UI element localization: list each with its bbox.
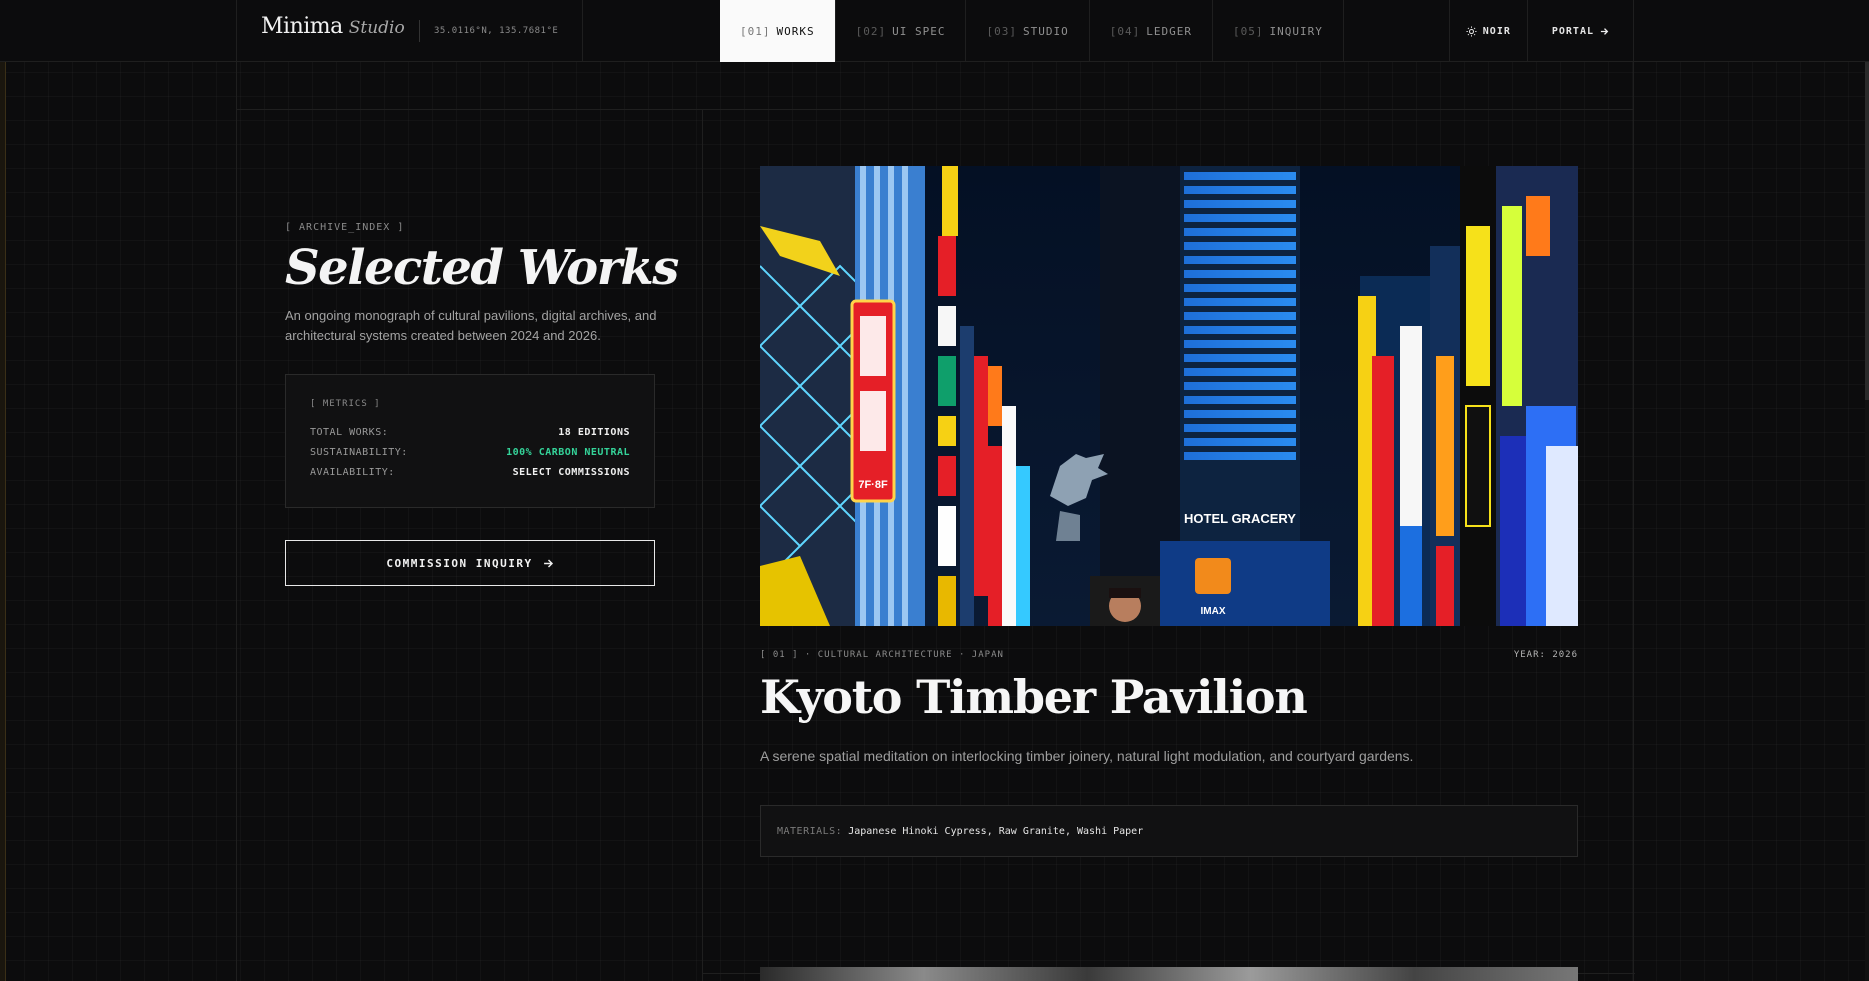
theme-toggle-button[interactable]: NOIR — [1448, 0, 1527, 62]
metrics-panel: [ METRICS ] TOTAL WORKS: 18 EDITIONS SUS… — [285, 374, 655, 508]
tab-label: UI SPEC — [892, 24, 946, 38]
tab-label: WORKS — [776, 24, 815, 38]
arrow-right-icon — [1600, 27, 1609, 35]
work-category: [ 01 ] · CULTURAL ARCHITECTURE · JAPAN — [760, 650, 1004, 660]
arrow-right-icon — [543, 558, 553, 568]
work-description: A serene spatial meditation on interlock… — [760, 748, 1414, 764]
header-inner: Minima Studio 35.0116°N, 135.7681°E [01]… — [236, 0, 1634, 62]
tab-ui-spec[interactable]: [02] UI SPEC — [836, 0, 967, 62]
metric-value: SELECT COMMISSIONS — [512, 467, 630, 478]
brand-name: Minima — [261, 14, 343, 39]
archive-kicker: [ ARCHIVE_INDEX ] — [285, 222, 405, 233]
materials-label: MATERIALS: — [777, 825, 843, 837]
work-image[interactable]: HOTEL GRACERY IMAX 7F·8F — [760, 166, 1578, 626]
floor-sign: 7F·8F — [858, 479, 888, 491]
metric-key: AVAILABILITY: — [310, 467, 395, 478]
archive-description: An ongoing monograph of cultural pavilio… — [285, 308, 657, 343]
metric-key: SUSTAINABILITY: — [310, 447, 408, 458]
site-header: Minima Studio 35.0116°N, 135.7681°E [01]… — [0, 0, 1869, 62]
work-title[interactable]: Kyoto Timber Pavilion — [760, 670, 1308, 724]
tab-label: INQUIRY — [1269, 24, 1323, 38]
next-work-image[interactable] — [760, 967, 1578, 981]
imax-sign: IMAX — [1201, 606, 1226, 617]
city-night-illustration: HOTEL GRACERY IMAX 7F·8F — [760, 166, 1578, 626]
metric-row: TOTAL WORKS: 18 EDITIONS — [310, 427, 630, 438]
tab-index: [01] — [740, 24, 771, 38]
window-edge — [0, 0, 6, 981]
work-card[interactable]: HOTEL GRACERY IMAX 7F·8F [01] · CULTUR… — [703, 110, 1635, 974]
portal-label: PORTAL — [1551, 25, 1594, 37]
page-title: Selected Works — [285, 240, 679, 296]
metrics-title: [ METRICS ] — [310, 399, 381, 409]
metric-row: AVAILABILITY: SELECT COMMISSIONS — [310, 467, 630, 478]
tab-index: [03] — [986, 24, 1017, 38]
archive-sidebar: [ ARCHIVE_INDEX ] Selected Works An ongo… — [237, 110, 703, 981]
sun-icon — [1466, 25, 1477, 37]
materials-value: Japanese Hinoki Cypress, Raw Granite, Wa… — [848, 825, 1144, 837]
scrollbar[interactable] — [1865, 0, 1869, 981]
tab-index: [02] — [855, 24, 887, 38]
main-nav: [01] WORKS [02] UI SPEC [03] STUDIO [04]… — [720, 0, 1344, 62]
metric-row: SUSTAINABILITY: 100% CARBON NEUTRAL — [310, 447, 630, 458]
content-frame: [ ARCHIVE_INDEX ] Selected Works An ongo… — [236, 62, 1635, 981]
tab-index: [04] — [1109, 24, 1141, 38]
tab-label: STUDIO — [1022, 24, 1069, 38]
metric-value: 100% CARBON NEUTRAL — [506, 447, 630, 458]
tab-index: [05] — [1232, 24, 1264, 38]
commission-inquiry-button[interactable]: COMMISSION INQUIRY — [285, 540, 655, 586]
portal-button[interactable]: PORTAL — [1526, 0, 1633, 62]
metric-key: TOTAL WORKS: — [310, 427, 389, 438]
metric-value: 18 EDITIONS — [558, 427, 630, 438]
hotel-sign: HOTEL GRACERY — [1184, 511, 1296, 526]
header-actions: NOIR PORTAL — [1448, 0, 1633, 62]
cta-label: COMMISSION INQUIRY — [386, 556, 533, 570]
brand-sub: Studio — [348, 18, 405, 38]
work-meta: [ 01 ] · CULTURAL ARCHITECTURE · JAPAN Y… — [760, 650, 1578, 660]
brand-logo[interactable]: Minima Studio — [261, 14, 405, 39]
tab-inquiry[interactable]: [05] INQUIRY — [1213, 0, 1344, 62]
theme-label: NOIR — [1482, 25, 1511, 37]
coordinates: 35.0116°N, 135.7681°E — [419, 20, 558, 42]
scrollbar-thumb[interactable] — [1865, 60, 1869, 400]
top-band — [237, 62, 1633, 110]
tab-ledger[interactable]: [04] LEDGER — [1090, 0, 1213, 62]
header-divider — [582, 0, 583, 62]
tab-works[interactable]: [01] WORKS — [720, 0, 836, 62]
tab-studio[interactable]: [03] STUDIO — [966, 0, 1090, 62]
work-year: YEAR: 2026 — [1513, 650, 1578, 660]
materials-panel: MATERIALS: Japanese Hinoki Cypress, Raw … — [760, 805, 1578, 857]
tab-label: LEDGER — [1146, 24, 1192, 38]
